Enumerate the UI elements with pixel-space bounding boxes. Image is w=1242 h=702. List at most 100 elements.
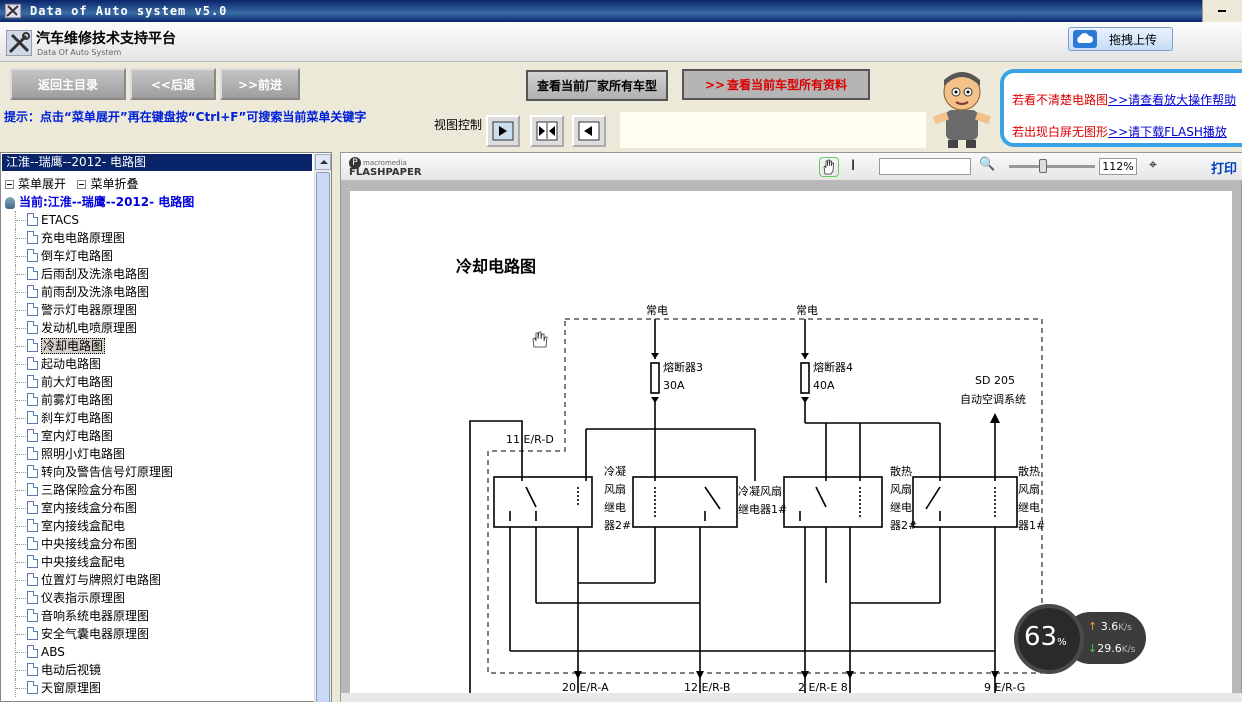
document-icon [27, 645, 38, 658]
relay-c-line3: 继电 [890, 501, 912, 514]
tree-item[interactable]: 转向及警告信号灯原理图 [11, 463, 311, 481]
tree-item-label: 仪表指示原理图 [41, 591, 126, 605]
expand-icon [5, 180, 14, 189]
vendor-models-button[interactable]: 查看当前厂家所有车型 [526, 70, 668, 101]
tree-branch [15, 661, 26, 679]
tree-item[interactable]: 刹车灯电路图 [11, 409, 311, 427]
print-button[interactable]: 打印 [1211, 158, 1237, 177]
document-icon [27, 285, 38, 298]
tree-item[interactable]: 充电电路原理图 [11, 229, 311, 247]
tree-item-label: ABS [41, 645, 65, 659]
relay-d-line2: 风扇 [1018, 482, 1040, 496]
tree-item[interactable]: ABS [11, 643, 311, 661]
tree-branch [15, 409, 26, 427]
scroll-thumb[interactable] [316, 172, 330, 702]
upload-speed: ↑ 3.6K/s [1088, 620, 1132, 633]
scroll-up-button[interactable] [315, 154, 331, 170]
tree-item[interactable]: 倒车灯电路图 [11, 247, 311, 265]
split-view-button[interactable] [530, 115, 564, 147]
tree-item-label: 转向及警告信号灯原理图 [41, 465, 174, 479]
tree-item[interactable]: 中央接线盒分布图 [11, 535, 311, 553]
viewer-toolbar: Pmacromedia FLASHPAPER I 🔍 112% ⌖ 打印 [341, 153, 1242, 181]
tree-item[interactable]: 电动后视镜 [11, 661, 311, 679]
document-icon [27, 519, 38, 532]
tree-item[interactable]: 后雨刮及洗涤电路图 [11, 265, 311, 283]
document-icon [27, 339, 38, 352]
sidebar-scrollbar[interactable] [314, 154, 331, 702]
minimize-button[interactable] [1202, 0, 1242, 22]
tree-item[interactable]: 起动电路图 [11, 355, 311, 373]
tree-item[interactable]: 天窗原理图 [11, 679, 311, 697]
relay-a-line4: 器2# [604, 519, 631, 532]
tree-item[interactable]: 安全气囊电器原理图 [11, 625, 311, 643]
text-select-tool[interactable]: I [851, 158, 855, 174]
hand-tool-button[interactable] [819, 157, 839, 177]
tree-item[interactable]: 警示灯电器原理图 [11, 301, 311, 319]
expand-right-button[interactable] [486, 115, 520, 147]
collapse-icon [77, 180, 87, 189]
tree-item[interactable]: 照明小灯电路图 [11, 445, 311, 463]
zoom-help-link[interactable]: >>请查看放大操作帮助 [1108, 93, 1236, 107]
main-menu-button[interactable]: 返回主目录 [10, 68, 126, 100]
tree-branch [15, 625, 26, 643]
model-docs-button[interactable]: >> 查看当前车型所有资料 [682, 69, 870, 100]
tree-item[interactable]: 三路保险盒分布图 [11, 481, 311, 499]
download-arrow-icon: ↓ [1088, 642, 1098, 655]
tree-item[interactable]: ETACS [11, 211, 311, 229]
tree-item[interactable]: 冷却电路图 [11, 337, 311, 355]
flash-download-link[interactable]: >>请下载FLASH播放 [1108, 125, 1227, 139]
document-icon [27, 303, 38, 316]
relay-b-line2: 继电器1# [738, 503, 787, 516]
cloud-upload-icon [1073, 30, 1097, 48]
forward-button[interactable]: >>前进 [220, 68, 300, 100]
tree-item-label: 后雨刮及洗涤电路图 [41, 267, 150, 281]
tree-item-label: 起动电路图 [41, 357, 102, 371]
tree-item[interactable]: 位置灯与牌照灯电路图 [11, 571, 311, 589]
split-arrows-icon [536, 121, 558, 141]
tree-item[interactable]: 前雾灯电路图 [11, 391, 311, 409]
app-name: 汽车维修技术支持平台 [36, 31, 176, 47]
brand-top: macromedia [363, 159, 407, 167]
tree-item[interactable]: 室内接线盒配电 [11, 517, 311, 535]
viewer-hscroll[interactable] [341, 693, 1242, 702]
tree-item-label: 室内接线盒配电 [41, 519, 126, 533]
app-subtitle: Data Of Auto System [37, 48, 122, 57]
document-icon [27, 501, 38, 514]
fit-page-icon[interactable]: ⌖ [1149, 157, 1157, 173]
current-folder[interactable]: 当前:江淮--瑞鹰--2012- 电路图 [5, 193, 194, 210]
relay-a-line3: 继电 [604, 501, 626, 514]
back-button[interactable]: <<后退 [130, 68, 216, 100]
tree-item[interactable]: 前雨刮及洗涤电路图 [11, 283, 311, 301]
network-speed-widget: 63% ↑ 3.6K/s ↓29.6K/s [1014, 604, 1146, 674]
tree-item-label: 音响系统电器原理图 [41, 609, 150, 623]
tree-branch [15, 427, 26, 445]
relay-d-line4: 器1# [1018, 519, 1045, 532]
zoom-level[interactable]: 112% [1099, 158, 1137, 175]
database-icon [5, 196, 15, 209]
conn-top-label: 11 E/R-D [506, 433, 554, 446]
document-icon [27, 411, 38, 424]
tree-item[interactable]: 音响系统电器原理图 [11, 607, 311, 625]
relay-a-line2: 风扇 [604, 482, 626, 496]
document-icon [27, 393, 38, 406]
menu-expand[interactable]: 菜单展开 [18, 177, 66, 191]
viewer-search-input[interactable] [879, 158, 971, 175]
expand-left-button[interactable] [572, 115, 606, 147]
arrow-right-icon [492, 121, 514, 141]
search-icon[interactable]: 🔍 [979, 157, 995, 172]
hand-icon [823, 159, 834, 175]
zoom-slider-track[interactable] [1009, 165, 1095, 168]
upload-button[interactable]: 拖拽上传 [1068, 27, 1173, 51]
tree-item[interactable]: 室内灯电路图 [11, 427, 311, 445]
menu-collapse[interactable]: 菜单折叠 [90, 177, 138, 191]
tree-branch [15, 373, 26, 391]
tree-item[interactable]: 前大灯电路图 [11, 373, 311, 391]
document-icon [27, 663, 38, 676]
tree-item[interactable]: 发动机电喷原理图 [11, 319, 311, 337]
tree-item[interactable]: 中央接线盒配电 [11, 553, 311, 571]
tree-item[interactable]: 仪表指示原理图 [11, 589, 311, 607]
tree-item-label: ETACS [41, 213, 79, 227]
zoom-slider-knob[interactable] [1039, 159, 1047, 173]
tree-item[interactable]: 室内接线盒分布图 [11, 499, 311, 517]
app-icon [4, 3, 22, 19]
